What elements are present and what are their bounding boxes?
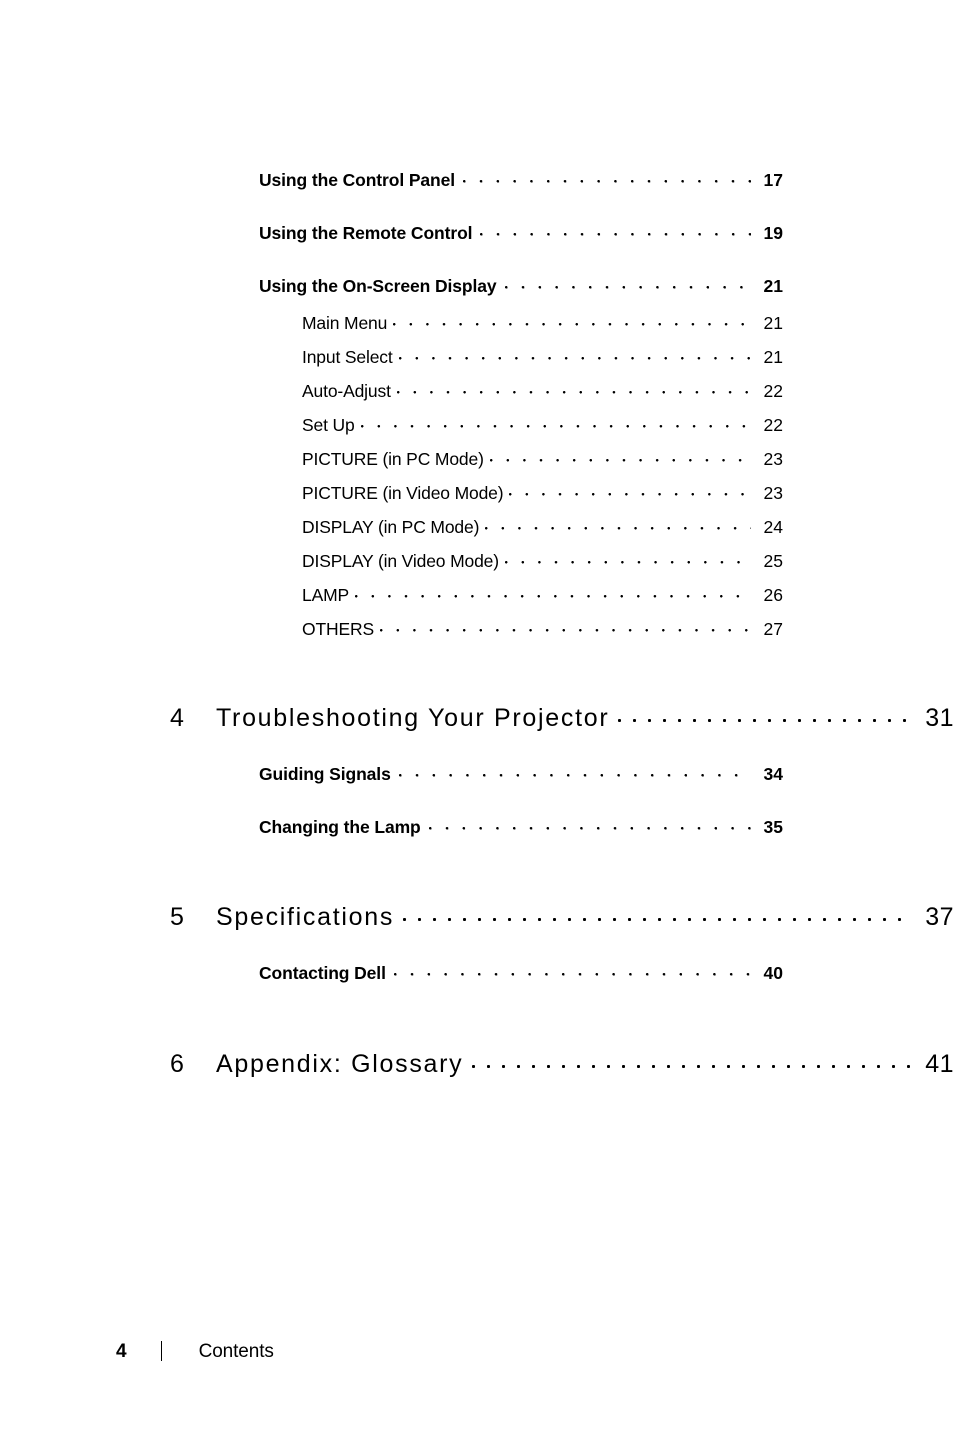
toc-subentry-auto-adjust[interactable]: Auto-Adjust 22 xyxy=(302,381,783,401)
toc-chapter-page: 31 xyxy=(925,704,954,732)
toc-chapter-specifications[interactable]: 5 Specifications 37 xyxy=(170,903,954,930)
toc-subentry-page: 26 xyxy=(763,585,783,605)
dot-leader xyxy=(485,517,751,533)
toc-subentry-title: Input Select xyxy=(302,347,393,367)
toc-subentry-lamp[interactable]: LAMP 26 xyxy=(302,585,783,605)
toc-entry-using-the-control-panel[interactable]: Using the Control Panel 17 xyxy=(259,170,783,190)
toc-subentry-display-pc-mode[interactable]: DISPLAY (in PC Mode) 24 xyxy=(302,517,783,537)
dot-leader xyxy=(509,483,751,499)
toc-chapter-appendix-glossary[interactable]: 6 Appendix: Glossary 41 xyxy=(170,1050,954,1077)
toc-subentry-others[interactable]: OTHERS 27 xyxy=(302,619,783,639)
toc-entry-title: Guiding Signals xyxy=(259,764,391,784)
toc-entry-page: 40 xyxy=(763,963,783,983)
toc-entry-page: 21 xyxy=(763,276,783,296)
toc-subentry-title: Set Up xyxy=(302,415,355,435)
toc-entry-title: Using the On-Screen Display xyxy=(259,276,497,296)
toc-chapter-number: 6 xyxy=(170,1050,184,1078)
toc-entry-title: Contacting Dell xyxy=(259,963,386,983)
toc-entry-title: Changing the Lamp xyxy=(259,817,421,837)
toc-subentry-picture-video-mode[interactable]: PICTURE (in Video Mode) 23 xyxy=(302,483,783,503)
footer-separator xyxy=(160,1341,162,1361)
toc-subentry-title: LAMP xyxy=(302,585,350,605)
dot-leader xyxy=(398,764,751,780)
dot-leader xyxy=(504,276,752,292)
toc-subentry-title: DISPLAY (in Video Mode) xyxy=(302,551,499,571)
toc-chapter-number: 4 xyxy=(170,704,184,732)
toc-subentry-page: 27 xyxy=(763,619,783,639)
dot-leader xyxy=(618,704,910,726)
dot-leader xyxy=(463,170,751,186)
toc-chapter-title: Appendix: Glossary xyxy=(216,1050,464,1078)
toc-entry-page: 35 xyxy=(763,817,783,837)
toc-entry-page: 34 xyxy=(763,764,783,784)
toc-subentry-title: Auto-Adjust xyxy=(302,381,391,401)
dot-leader xyxy=(472,1050,910,1072)
dot-leader xyxy=(393,313,751,329)
toc-subentry-page: 23 xyxy=(763,449,783,469)
toc-subentry-title: DISPLAY (in PC Mode) xyxy=(302,517,480,537)
dot-leader xyxy=(504,551,751,567)
toc-entry-page: 17 xyxy=(763,170,783,190)
footer-section-label: Contents xyxy=(198,1341,274,1362)
toc-entry-title: Using the Remote Control xyxy=(259,223,473,243)
toc-entry-changing-the-lamp[interactable]: Changing the Lamp 35 xyxy=(259,817,783,837)
table-of-contents-page: Using the Control Panel 17 Using the Rem… xyxy=(0,0,954,1432)
toc-entry-page: 19 xyxy=(763,223,783,243)
toc-subentry-page: 21 xyxy=(763,313,783,333)
toc-entry-using-the-remote-control[interactable]: Using the Remote Control 19 xyxy=(259,223,783,243)
toc-subentry-page: 21 xyxy=(763,347,783,367)
dot-leader xyxy=(403,903,910,925)
toc-entry-guiding-signals[interactable]: Guiding Signals 34 xyxy=(259,764,783,784)
toc-subentry-picture-pc-mode[interactable]: PICTURE (in PC Mode) 23 xyxy=(302,449,783,469)
dot-leader xyxy=(396,381,751,397)
page-footer: 4 Contents xyxy=(116,1337,274,1361)
toc-entry-using-the-on-screen-display[interactable]: Using the On-Screen Display 21 xyxy=(259,276,783,296)
toc-subentry-display-video-mode[interactable]: DISPLAY (in Video Mode) 25 xyxy=(302,551,783,571)
footer-page-number: 4 xyxy=(116,1341,127,1362)
toc-subentry-main-menu[interactable]: Main Menu 21 xyxy=(302,313,783,333)
toc-subentry-set-up[interactable]: Set Up 22 xyxy=(302,415,783,435)
toc-chapter-troubleshooting-your-projector[interactable]: 4 Troubleshooting Your Projector 31 xyxy=(170,704,954,731)
toc-subentry-input-select[interactable]: Input Select 21 xyxy=(302,347,783,367)
dot-leader xyxy=(489,449,751,465)
dot-leader xyxy=(428,817,751,833)
toc-subentry-title: PICTURE (in Video Mode) xyxy=(302,483,504,503)
toc-subentry-page: 23 xyxy=(763,483,783,503)
dot-leader xyxy=(398,347,751,363)
toc-chapter-page: 37 xyxy=(925,903,954,931)
toc-entry-title: Using the Control Panel xyxy=(259,170,456,190)
toc-entry-contacting-dell[interactable]: Contacting Dell 40 xyxy=(259,963,783,983)
dot-leader xyxy=(480,223,751,239)
toc-subentry-page: 22 xyxy=(763,381,783,401)
toc-chapter-title: Troubleshooting Your Projector xyxy=(216,704,610,732)
toc-subentry-page: 25 xyxy=(763,551,783,571)
dot-leader xyxy=(380,619,751,635)
toc-chapter-number: 5 xyxy=(170,903,184,931)
dot-leader xyxy=(355,585,751,601)
toc-chapter-title: Specifications xyxy=(216,903,395,931)
toc-chapter-page: 41 xyxy=(925,1050,954,1078)
toc-subentry-title: PICTURE (in PC Mode) xyxy=(302,449,484,469)
dot-leader xyxy=(393,963,751,979)
dot-leader xyxy=(360,415,751,431)
toc-subentry-title: OTHERS xyxy=(302,619,375,639)
toc-subentry-title: Main Menu xyxy=(302,313,388,333)
toc-subentry-page: 24 xyxy=(763,517,783,537)
toc-subentry-page: 22 xyxy=(763,415,783,435)
